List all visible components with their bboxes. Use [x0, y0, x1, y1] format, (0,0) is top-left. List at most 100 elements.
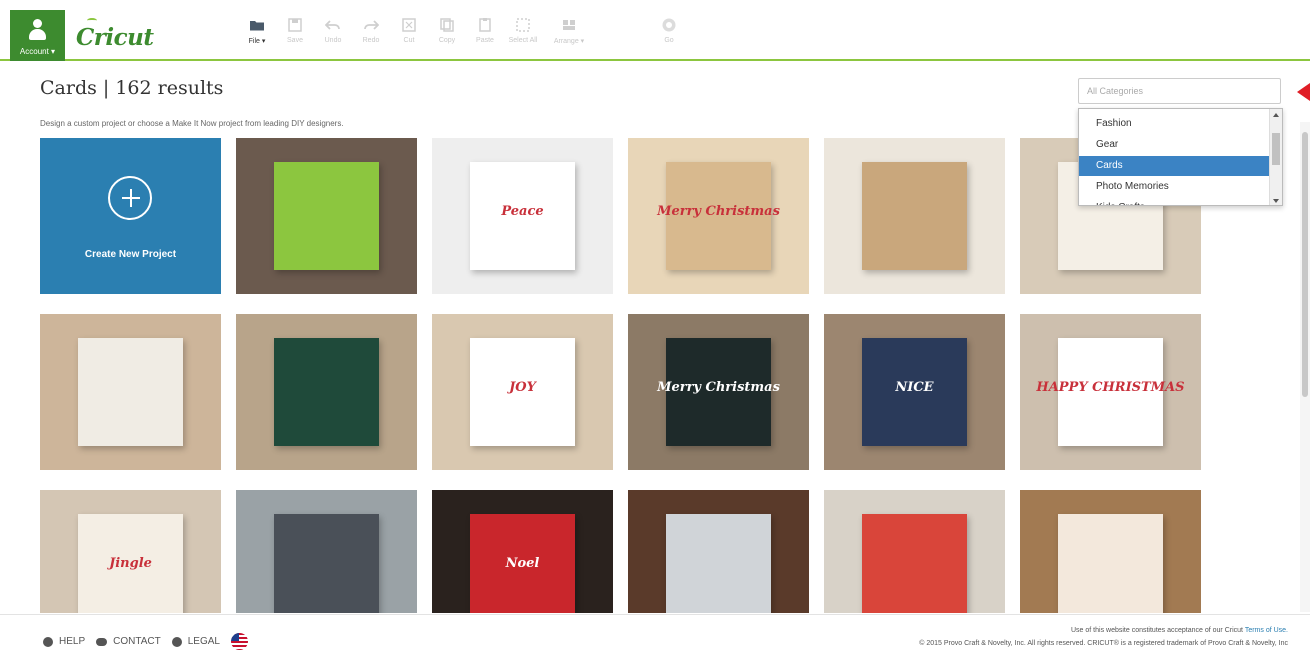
category-dropdown: Fashion Gear Cards Photo Memories Kids C…: [1078, 108, 1283, 206]
select-all-icon: [516, 18, 530, 32]
category-option-fashion[interactable]: Fashion: [1079, 114, 1269, 134]
project-tile-noel-popup-card[interactable]: Noel: [432, 490, 613, 613]
cut-button[interactable]: Cut: [390, 18, 428, 44]
help-icon: [43, 636, 53, 647]
project-thumbnail: [862, 514, 967, 613]
project-tile-merry-christmas-holly-card[interactable]: Merry Christmas: [628, 138, 809, 294]
go-button[interactable]: Go: [650, 18, 688, 44]
category-option-kids-crafts[interactable]: Kids Crafts: [1079, 198, 1269, 205]
tool-label: Select All: [508, 37, 538, 44]
create-new-project-label: Create New Project: [84, 249, 177, 260]
dropdown-scroll-thumb[interactable]: [1272, 133, 1280, 165]
scroll-down-icon[interactable]: [1273, 199, 1279, 203]
contact-link[interactable]: CONTACT: [96, 636, 161, 647]
tool-label: Undo: [324, 37, 342, 44]
select-all-button[interactable]: Select All: [504, 18, 542, 44]
project-tile-merry-christmas-chalk-card[interactable]: Merry Christmas: [628, 314, 809, 470]
page-scroll-thumb[interactable]: [1302, 132, 1308, 397]
copy-button[interactable]: Copy: [428, 18, 466, 44]
project-tile-peace-wreath-card[interactable]: Peace: [432, 138, 613, 294]
redo-button[interactable]: Redo: [352, 18, 390, 44]
legal-label: LEGAL: [187, 636, 220, 647]
top-bar: Account ▾ Cricut File ▾ Save Undo Redo C…: [0, 0, 1310, 61]
dropdown-scrollbar[interactable]: [1269, 109, 1282, 205]
project-tile-lace-doily-card[interactable]: [628, 490, 809, 613]
category-select[interactable]: All Categories: [1078, 78, 1281, 104]
arrange-menu-button[interactable]: Arrange ▾: [550, 18, 588, 45]
project-card-text: Merry Christmas: [657, 204, 780, 219]
tool-label: Save: [287, 37, 303, 44]
plus-circle-icon: [108, 176, 152, 220]
legal-text: Use of this website constitutes acceptan…: [919, 624, 1288, 650]
undo-icon: [325, 20, 340, 30]
category-option-photo-memories[interactable]: Photo Memories: [1079, 177, 1269, 197]
project-thumbnail: [274, 338, 379, 446]
paste-icon: [479, 18, 491, 32]
tool-label: File ▾: [248, 38, 266, 45]
project-card-text: HAPPY CHRISTMAS: [1036, 380, 1185, 395]
terms-of-use-link[interactable]: Terms of Use.: [1245, 627, 1288, 634]
chat-icon: [96, 637, 108, 646]
project-tile-jingle-popup-card[interactable]: Jingle: [40, 490, 221, 613]
project-tile-partridge-pear-tree-card[interactable]: [236, 138, 417, 294]
help-label: HELP: [59, 636, 86, 647]
help-link[interactable]: HELP: [43, 636, 85, 647]
project-tile-teapot-shelf-cards[interactable]: [236, 490, 417, 613]
terms-line: Use of this website constitutes acceptan…: [1071, 627, 1243, 634]
logo-leaf-icon: [87, 18, 97, 23]
category-option-gear[interactable]: Gear: [1079, 135, 1269, 155]
create-new-project-tile[interactable]: Create New Project: [40, 138, 221, 294]
project-thumbnail: [78, 338, 183, 446]
tool-label: Paste: [476, 37, 494, 44]
project-tile-nice-gift-tags[interactable]: NICE: [824, 314, 1005, 470]
undo-button[interactable]: Undo: [314, 18, 352, 44]
tool-label: Arrange ▾: [553, 38, 585, 45]
project-tile-christmas-tree-cards[interactable]: [824, 138, 1005, 294]
copyright-text: © 2015 Provo Craft & Novelty, Inc. All r…: [919, 640, 1288, 647]
footer: HELP CONTACT LEGAL Use of this website c…: [0, 614, 1310, 658]
paste-button[interactable]: Paste: [466, 18, 504, 44]
project-card-text: Merry Christmas: [657, 380, 780, 395]
tool-label: Redo: [362, 37, 380, 44]
folder-icon: [250, 21, 264, 31]
contact-label: CONTACT: [113, 636, 161, 647]
project-thumbnail: [274, 514, 379, 613]
legal-link[interactable]: LEGAL: [171, 636, 220, 647]
project-tile-happy-christmas-card[interactable]: HAPPY CHRISTMAS: [1020, 314, 1201, 470]
legal-icon: [171, 636, 182, 647]
file-menu-button[interactable]: File ▾: [238, 18, 276, 45]
cricut-logo[interactable]: Cricut: [76, 24, 154, 51]
go-icon: [662, 18, 676, 32]
project-card-text: Jingle: [109, 556, 152, 571]
project-thumbnail: [666, 514, 771, 613]
project-thumbnail: [1058, 514, 1163, 613]
page-scrollbar[interactable]: [1300, 122, 1310, 612]
project-thumbnail: [274, 162, 379, 270]
cut-icon: [402, 18, 416, 32]
redo-icon: [364, 20, 379, 30]
user-icon: [29, 19, 46, 41]
project-tile-red-green-tree-card[interactable]: [824, 490, 1005, 613]
project-tile-polar-bear-gift-tag[interactable]: [40, 314, 221, 470]
project-tile-joy-wreath-cards[interactable]: JOY: [432, 314, 613, 470]
project-card-text: NICE: [895, 380, 934, 395]
account-button[interactable]: Account ▾: [10, 10, 65, 61]
project-grid: Create New Project Peace Merry Christmas J…: [40, 138, 1215, 613]
project-card-text: JOY: [509, 380, 536, 395]
project-tile-woodland-deer-card[interactable]: [236, 314, 417, 470]
save-button[interactable]: Save: [276, 18, 314, 44]
scroll-up-icon[interactable]: [1273, 113, 1279, 117]
project-card-text: Peace: [501, 204, 544, 219]
project-tile-ornament-gift-tag[interactable]: [1020, 490, 1201, 613]
us-flag-icon[interactable]: [230, 633, 248, 650]
project-card-text: Noel: [505, 556, 540, 571]
account-label: Account ▾: [19, 47, 56, 56]
page-subtitle: Design a custom project or choose a Make…: [40, 119, 344, 128]
project-thumbnail: [862, 162, 967, 270]
page-title: Cards | 162 results: [40, 77, 224, 99]
tool-label: Copy: [438, 37, 456, 44]
tool-label: Go: [664, 37, 674, 44]
pointer-arrow-icon: [1297, 83, 1310, 101]
footer-links: HELP CONTACT LEGAL: [43, 633, 248, 650]
category-option-cards[interactable]: Cards: [1079, 156, 1269, 176]
